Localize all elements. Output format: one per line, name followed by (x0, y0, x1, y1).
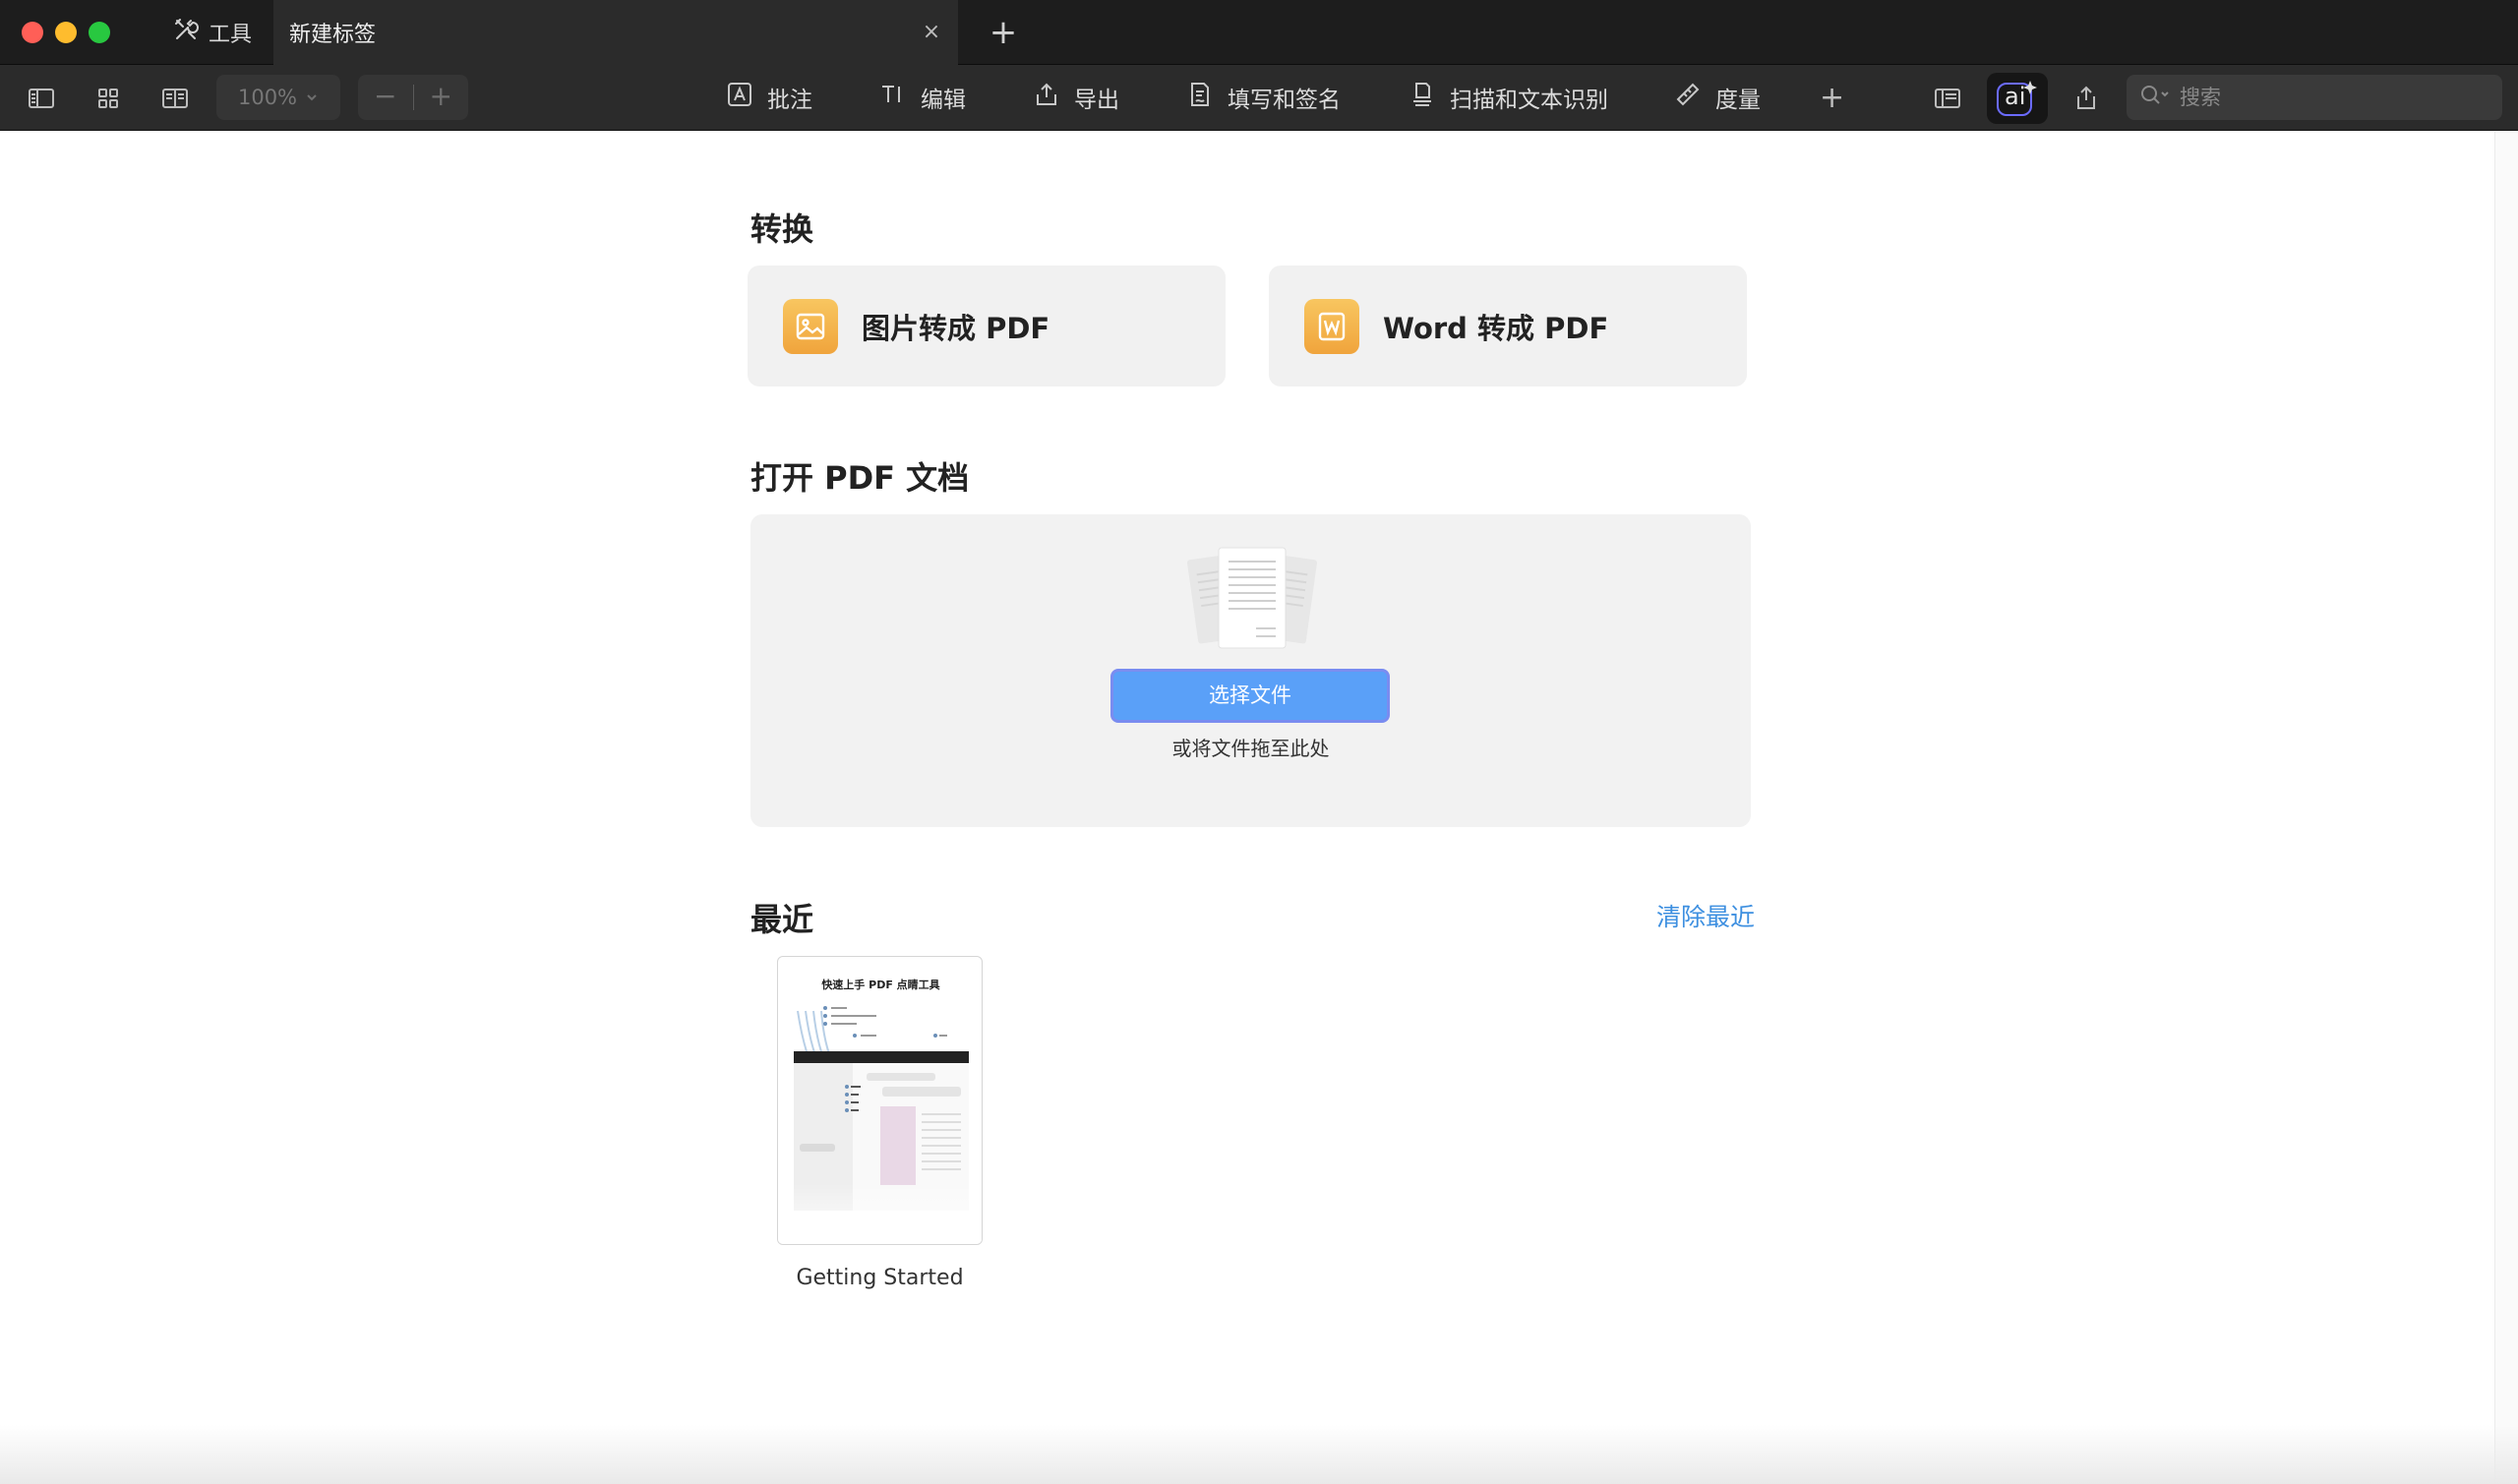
measure-label: 度量 (1715, 88, 1761, 113)
app-window: 工具 新建标签 × + 100% − + 批注 编辑 导出 填写和签名 扫描和文… (0, 0, 2518, 1484)
zoom-in-button[interactable]: + (413, 75, 468, 120)
image-to-pdf-card[interactable]: 图片转成 PDF (748, 266, 1226, 386)
tools-icon (173, 17, 199, 48)
title-bar: 工具 新建标签 × + (0, 0, 2518, 65)
annotate-label: 批注 (767, 88, 812, 113)
zoom-level-value: 100% (237, 86, 298, 109)
bottom-shadow (0, 1425, 2518, 1484)
new-tab-button[interactable]: + (984, 14, 1023, 53)
thumbnail-preview-icon (778, 1006, 982, 1244)
annotate-icon (726, 81, 753, 114)
annotate-button[interactable]: 批注 (726, 75, 812, 120)
scanner-icon (1409, 81, 1436, 114)
search-input[interactable] (2180, 86, 2475, 109)
fill-sign-button[interactable]: 填写和签名 (1186, 75, 1341, 120)
export-label: 导出 (1074, 88, 1119, 113)
ai-assistant-button[interactable]: ai (1987, 73, 2048, 124)
word-to-pdf-card[interactable]: Word 转成 PDF (1269, 266, 1747, 386)
text-edit-icon (879, 81, 907, 114)
grid-view-icon[interactable] (90, 81, 126, 116)
drop-hint-text: 或将文件拖至此处 (1171, 737, 1330, 760)
fill-sign-label: 填写和签名 (1228, 88, 1341, 113)
image-icon (783, 298, 838, 354)
search-box[interactable] (2127, 75, 2502, 120)
word-to-pdf-label: Word 转成 PDF (1383, 311, 1609, 345)
window-minimize-button[interactable] (55, 22, 77, 43)
clear-recent-link[interactable]: 清除最近 (1656, 898, 1755, 933)
image-to-pdf-label: 图片转成 PDF (862, 311, 1050, 345)
zoom-level-select[interactable]: 100% (216, 75, 340, 120)
chevron-down-icon (305, 86, 319, 109)
tab-new-tab-label: 新建标签 (289, 23, 377, 47)
sidebar-toggle-icon[interactable] (24, 81, 59, 116)
recent-file-name[interactable]: Getting Started (728, 1266, 1032, 1290)
export-button[interactable]: 导出 (1033, 75, 1119, 120)
recent-file-thumbnail[interactable]: 快速上手 PDF 点睛工具 (777, 956, 983, 1245)
page-layout-icon[interactable] (157, 81, 193, 116)
word-document-icon (1304, 298, 1359, 354)
file-drop-zone[interactable]: 选择文件 或将文件拖至此处 (750, 514, 1751, 827)
recent-section-title: 最近 (750, 901, 814, 938)
zoom-stepper: − + (358, 75, 468, 120)
inspector-panel-icon[interactable] (1930, 81, 1965, 116)
search-icon (2138, 83, 2172, 112)
signature-icon (1186, 81, 1214, 114)
scan-ocr-button[interactable]: 扫描和文本识别 (1409, 75, 1608, 120)
scan-ocr-label: 扫描和文本识别 (1450, 88, 1608, 113)
documents-illustration-icon (1186, 547, 1318, 649)
choose-file-button[interactable]: 选择文件 (1110, 669, 1390, 723)
share-icon[interactable] (2068, 81, 2104, 116)
tab-tools-label: 工具 (209, 23, 253, 47)
window-close-button[interactable] (22, 22, 43, 43)
edit-label: 编辑 (921, 88, 966, 113)
open-pdf-section-title: 打开 PDF 文档 (750, 459, 970, 497)
convert-section-title: 转换 (750, 210, 814, 248)
add-tool-button[interactable]: + (1820, 75, 1844, 120)
window-zoom-button[interactable] (89, 22, 110, 43)
ruler-icon (1674, 81, 1702, 114)
tab-close-icon[interactable]: × (919, 20, 944, 45)
tab-new-tab[interactable]: 新建标签 × (273, 0, 958, 65)
main-toolbar: 100% − + 批注 编辑 导出 填写和签名 扫描和文本识别 度量 + ai … (0, 65, 2518, 131)
zoom-out-button[interactable]: − (358, 75, 413, 120)
edit-button[interactable]: 编辑 (879, 75, 966, 120)
measure-button[interactable]: 度量 (1674, 75, 1761, 120)
scrollbar-track[interactable] (2494, 132, 2518, 1484)
ai-label: ai (2005, 83, 2026, 110)
export-icon (1033, 81, 1060, 114)
tab-tools[interactable]: 工具 (173, 10, 252, 55)
